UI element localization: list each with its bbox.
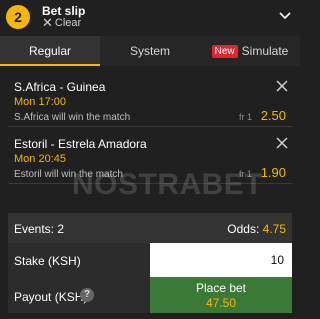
events-count: Events: 2 [14,222,65,236]
tab-label: System [129,44,170,58]
tab-system[interactable]: System [100,36,200,66]
bet-list: S.Africa - Guinea Mon 17:00 S.Africa wil… [8,74,292,184]
place-bet-label: Place bet [195,281,247,295]
bet-count-badge: 2 [6,5,30,29]
tab-label: Regular [28,44,72,58]
bet-market: Estoril will win the match [14,169,123,180]
stake-row: Stake (KSH) 10 [8,243,292,277]
chevron-down-icon[interactable] [278,9,292,23]
betslip-header: 2 Bet slip ✕ Clear [0,0,300,34]
remove-bet-icon[interactable] [276,137,288,149]
bet-type: fr 1 [238,112,252,122]
payout-row: Payout (KSH) ? Place bet 47.50 [8,277,292,313]
event-name: S.Africa - Guinea [14,80,106,94]
betslip-summary: Events: 2 Odds: 4.75 Stake (KSH) 10 Payo… [8,213,292,313]
total-odds: Odds: 4.75 [227,222,286,236]
bet-item: S.Africa - Guinea Mon 17:00 S.Africa wil… [8,74,292,127]
new-badge: New [211,45,238,58]
bet-type: fr 1 [238,169,252,179]
remove-bet-icon[interactable] [276,80,288,92]
tab-regular[interactable]: Regular [0,36,100,66]
event-time: Mon 20:45 [14,153,66,165]
odds-label: Odds: [227,222,260,236]
clear-button[interactable]: ✕ Clear [42,15,82,30]
event-time: Mon 17:00 [14,96,66,108]
bet-odds: 1.90 [260,165,286,180]
help-icon[interactable]: ? [80,288,94,302]
tab-simulate[interactable]: New Simulate [200,36,300,66]
events-odds-row: Events: 2 Odds: 4.75 [8,213,292,243]
payout-label: Payout (KSH) [14,290,88,304]
close-icon: ✕ [42,15,53,30]
bet-item: Estoril - Estrela Amadora Mon 20:45 Esto… [8,131,292,184]
odds-value: 4.75 [262,222,286,236]
clear-label: Clear [54,17,82,29]
tab-label: Simulate [241,44,289,58]
bet-market: S.Africa will win the match [14,112,131,123]
stake-input[interactable]: 10 [150,243,292,277]
stake-label: Stake (KSH) [14,254,81,268]
payout-amount: 47.50 [205,296,237,310]
bet-odds: 2.50 [260,108,286,123]
event-name: Estoril - Estrela Amadora [14,137,147,151]
stake-value: 10 [270,253,284,267]
betslip-tabs: Regular System New Simulate [0,36,300,66]
place-bet-button[interactable]: Place bet 47.50 [150,277,292,313]
